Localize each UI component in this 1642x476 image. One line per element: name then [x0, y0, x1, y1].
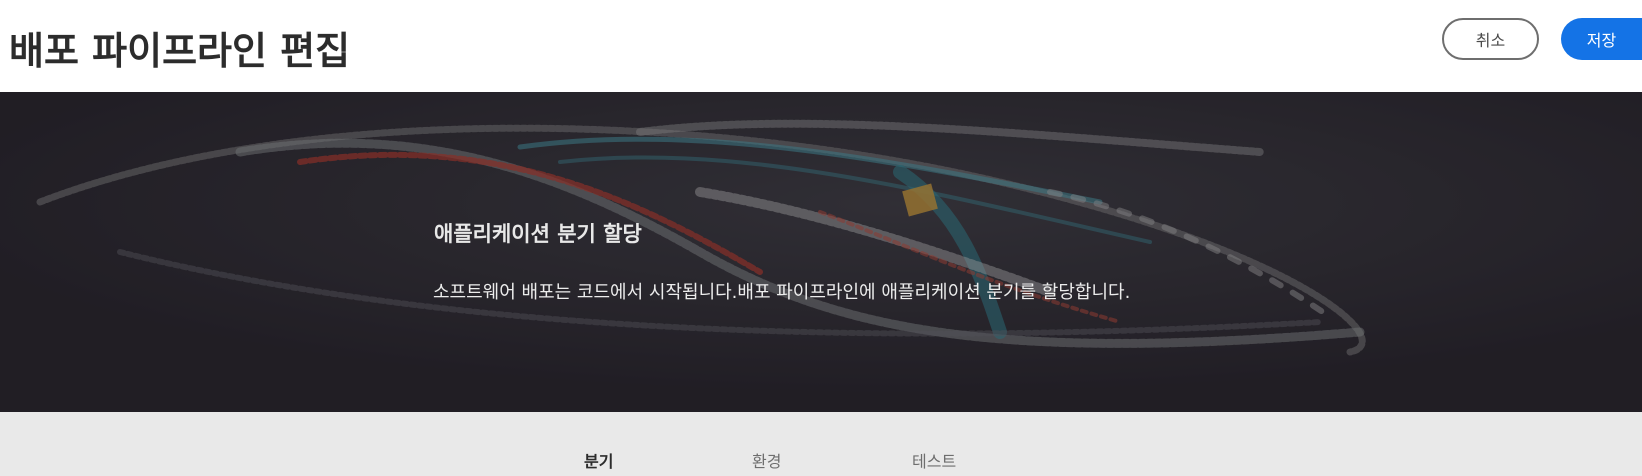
tab-branch[interactable]: 분기 — [584, 448, 613, 472]
tab-test[interactable]: 테스트 — [912, 448, 956, 472]
cancel-button[interactable]: 취소 — [1442, 18, 1539, 60]
page-title: 배포 파이프라인 편집 — [9, 29, 351, 73]
hero-background-image — [0, 92, 1642, 412]
hero-title: 애플리케이션 분기 할당 — [434, 222, 642, 246]
hero-banner: 애플리케이션 분기 할당 소프트웨어 배포는 코드에서 시작됩니다.배포 파이프… — [0, 92, 1642, 412]
page-header: 배포 파이프라인 편집 취소 저장 — [0, 0, 1642, 92]
hero-description: 소프트웨어 배포는 코드에서 시작됩니다.배포 파이프라인에 애플리케이션 분기… — [433, 282, 1131, 303]
tab-bar: 분기 환경 테스트 — [0, 412, 1642, 476]
tab-environment[interactable]: 환경 — [752, 448, 781, 472]
save-button[interactable]: 저장 — [1561, 18, 1642, 60]
